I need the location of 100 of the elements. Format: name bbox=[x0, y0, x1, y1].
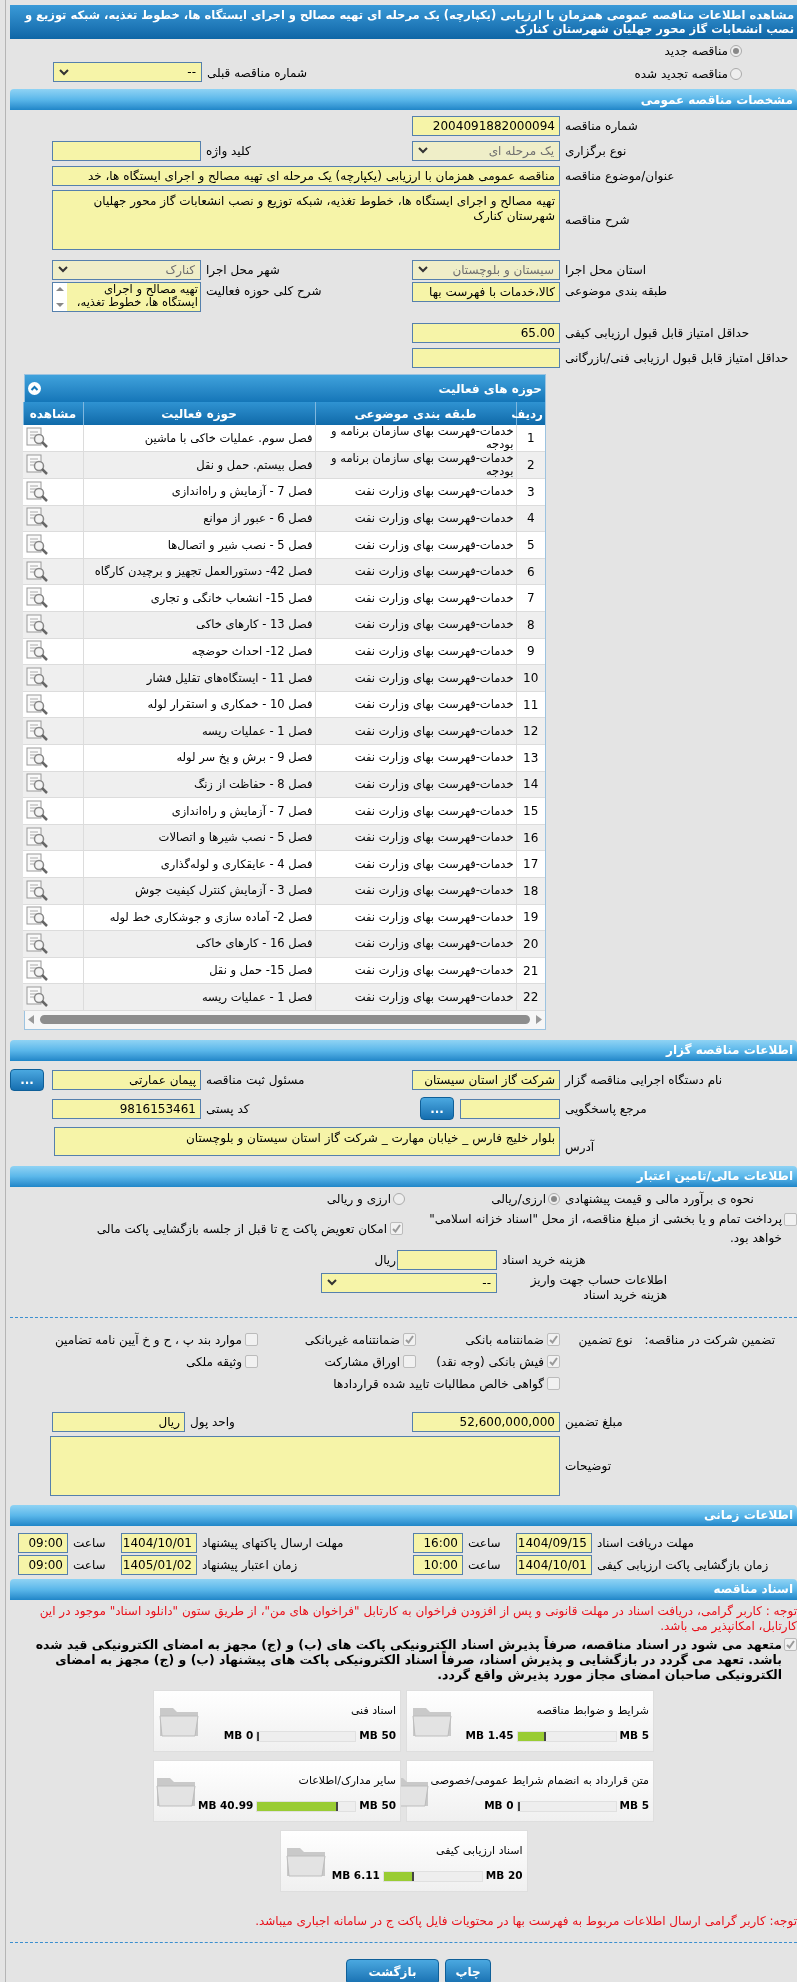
table-cell: 2 bbox=[516, 451, 545, 479]
text-area[interactable]: تهیه مصالح و اجرای ایستگاه ها، خطوط تغذیه، شبکه توزیع و نصب انشعابات گاز محور جهلیان شهرستان کنارک bbox=[52, 190, 560, 250]
document-search-icon[interactable] bbox=[26, 879, 50, 902]
input-field[interactable]: 10:00 bbox=[413, 1554, 463, 1575]
file-name: متن قرارداد به انضمام شرایط عمومی/خصوصی bbox=[430, 1772, 649, 1789]
button[interactable]: ... bbox=[10, 1068, 44, 1091]
checkbox[interactable] bbox=[784, 1637, 797, 1651]
field-label: نام دستگاه اجرایی مناقصه گزار bbox=[565, 1071, 723, 1089]
table-cell: فصل بیستم. حمل و نقل bbox=[83, 451, 315, 479]
field-label: نوع برگزاری bbox=[565, 142, 627, 160]
size-label: 5 MB bbox=[619, 1798, 649, 1814]
checkbox[interactable] bbox=[245, 1333, 258, 1347]
document-search-icon[interactable] bbox=[26, 587, 50, 610]
document-search-icon[interactable] bbox=[26, 746, 50, 769]
input-field[interactable]: 1404/10/01 bbox=[516, 1554, 592, 1575]
scroll-right-icon[interactable] bbox=[536, 1015, 542, 1025]
document-search-icon[interactable] bbox=[26, 667, 50, 690]
radio-button[interactable] bbox=[730, 67, 742, 80]
input-field[interactable] bbox=[397, 1249, 497, 1270]
scroll-left-icon[interactable] bbox=[28, 1015, 34, 1025]
input-field[interactable] bbox=[52, 140, 201, 161]
field-label: نحوه ی برآورد مالی و قیمت پیشنهادی bbox=[565, 1190, 754, 1208]
input-field[interactable]: 09:00 bbox=[18, 1554, 68, 1575]
document-search-icon[interactable] bbox=[26, 933, 50, 955]
checkbox[interactable] bbox=[784, 1212, 797, 1226]
checkbox[interactable] bbox=[403, 1355, 416, 1369]
radio-button[interactable] bbox=[393, 1192, 405, 1205]
checkbox[interactable] bbox=[547, 1333, 560, 1347]
radio-button[interactable] bbox=[548, 1192, 560, 1205]
input-field[interactable] bbox=[460, 1098, 560, 1119]
input-field[interactable]: 2004091882000094 bbox=[412, 115, 560, 136]
size-label: 5 MB bbox=[619, 1728, 649, 1744]
document-search-icon[interactable] bbox=[26, 507, 50, 530]
table-cell: خدمات-فهرست بهای وزارت نفت bbox=[315, 584, 516, 612]
document-search-icon[interactable] bbox=[26, 800, 50, 822]
table-cell: فصل 3 - آزمایش کنترل کیفیت جوش bbox=[83, 877, 315, 905]
section-header: مشخصات مناقصه عمومی bbox=[10, 89, 797, 110]
size-label: 50 MB bbox=[359, 1728, 396, 1744]
option-label: وثیقه ملکی bbox=[185, 1353, 242, 1371]
list-box[interactable]: تهیه مصالح و اجرای ایستگاه ها، خطوط تغذیه، bbox=[52, 282, 201, 312]
input-field[interactable]: شرکت گاز استان سیستان bbox=[412, 1069, 560, 1090]
text-area[interactable]: بلوار خلیج فارس _ خیابان مهارت _ شرکت گاز استان سیستان و بلوچستان bbox=[54, 1127, 560, 1157]
button[interactable]: بازگشت bbox=[346, 1958, 439, 1982]
document-search-icon[interactable] bbox=[26, 986, 50, 1009]
button[interactable]: چاپ bbox=[445, 1958, 491, 1982]
input-field[interactable]: 9816153461 bbox=[52, 1098, 201, 1119]
checkbox[interactable] bbox=[390, 1222, 403, 1236]
input-field[interactable]: 16:00 bbox=[413, 1532, 463, 1553]
table-cell: 7 bbox=[516, 584, 545, 612]
radio-button[interactable] bbox=[730, 44, 742, 57]
checkbox[interactable] bbox=[403, 1333, 416, 1347]
input-field[interactable]: 1404/10/01 bbox=[121, 1532, 197, 1553]
table-cell: 3 bbox=[516, 478, 545, 506]
document-search-icon[interactable] bbox=[26, 853, 50, 876]
checkbox[interactable] bbox=[547, 1355, 560, 1369]
checkbox[interactable] bbox=[547, 1377, 560, 1391]
document-search-icon[interactable] bbox=[26, 640, 50, 663]
input-field[interactable]: کالا،خدمات با فهرست بها bbox=[412, 282, 560, 302]
text-area[interactable] bbox=[50, 1435, 560, 1496]
document-search-icon[interactable] bbox=[26, 480, 50, 503]
document-search-icon[interactable] bbox=[26, 454, 50, 477]
document-search-icon[interactable] bbox=[26, 693, 50, 716]
document-search-icon[interactable] bbox=[26, 534, 50, 557]
option-label: فیش بانکی (وجه نقد) bbox=[436, 1353, 544, 1371]
input-field[interactable]: پیمان عمارتی bbox=[52, 1069, 201, 1090]
table-cell: 1 bbox=[516, 425, 545, 452]
file-name: شرایط و ضوابط مناقصه bbox=[536, 1702, 649, 1719]
document-search-icon[interactable] bbox=[26, 427, 50, 450]
document-search-icon[interactable] bbox=[26, 959, 50, 982]
input-field[interactable]: ریال bbox=[52, 1411, 185, 1432]
checkbox[interactable] bbox=[245, 1355, 258, 1369]
file-name: سایر مدارک/اطلاعات bbox=[298, 1772, 396, 1789]
input-field[interactable]: مناقصه عمومی همزمان با ارزیابی (یکپارچه) یک مرحله ای تهیه مصالح و اجرای ایستگاه ها، خد bbox=[52, 165, 560, 186]
select-field[interactable]: -- bbox=[53, 62, 202, 82]
document-search-icon[interactable] bbox=[26, 906, 50, 929]
table-cell: خدمات-فهرست بهای وزارت نفت bbox=[315, 877, 516, 905]
document-search-icon[interactable] bbox=[26, 560, 50, 583]
select-field[interactable]: -- bbox=[321, 1272, 497, 1293]
page-title: مشاهده اطلاعات مناقصه عمومی همزمان با ارزیابی (یکپارچه) یک مرحله ای تهیه مصالح و اجرای ایستگاه ها، خطوط تغذیه، شبکه توزیع و نصب انشعابات گاز محور جهلیان شهرستان کنارک bbox=[10, 5, 797, 39]
table-cell: خدمات-فهرست بهای وزارت نفت bbox=[315, 850, 516, 878]
document-search-icon[interactable] bbox=[26, 826, 50, 849]
input-field[interactable]: 52,600,000,000 bbox=[412, 1411, 560, 1432]
input-field[interactable] bbox=[412, 347, 560, 368]
table-cell: خدمات-فهرست بهای وزارت نفت bbox=[315, 904, 516, 931]
button[interactable]: ... bbox=[420, 1097, 454, 1121]
document-search-icon[interactable] bbox=[26, 613, 50, 636]
table-cell: 12 bbox=[516, 717, 545, 745]
table-cell: خدمات-فهرست بهای وزارت نفت bbox=[315, 505, 516, 532]
input-field[interactable]: 65.00 bbox=[412, 322, 560, 343]
notice-text: توجه : کاربر گرامی، دریافت اسناد در مهلت قانونی و پس از افزودن فراخوان به کارتابل "فراخوان های من"، از طریق ستون "دانلود اسناد" موجود در این کارتابل، امکانپذیر می باشد. bbox=[38, 1603, 797, 1634]
input-field[interactable]: 1405/01/02 bbox=[121, 1554, 197, 1575]
scroll-arrows-icon[interactable] bbox=[53, 283, 67, 311]
document-search-icon[interactable] bbox=[26, 773, 50, 796]
table-cell: خدمات-فهرست بهای وزارت نفت bbox=[315, 744, 516, 772]
field-label: شهر محل اجرا bbox=[206, 261, 280, 279]
input-field[interactable]: 09:00 bbox=[18, 1532, 68, 1553]
collapse-icon[interactable] bbox=[28, 382, 41, 395]
table-cell: فصل 9 - برش و پخ سر لوله bbox=[83, 744, 315, 772]
document-search-icon[interactable] bbox=[26, 720, 50, 743]
input-field[interactable]: 1404/09/15 bbox=[516, 1532, 592, 1553]
